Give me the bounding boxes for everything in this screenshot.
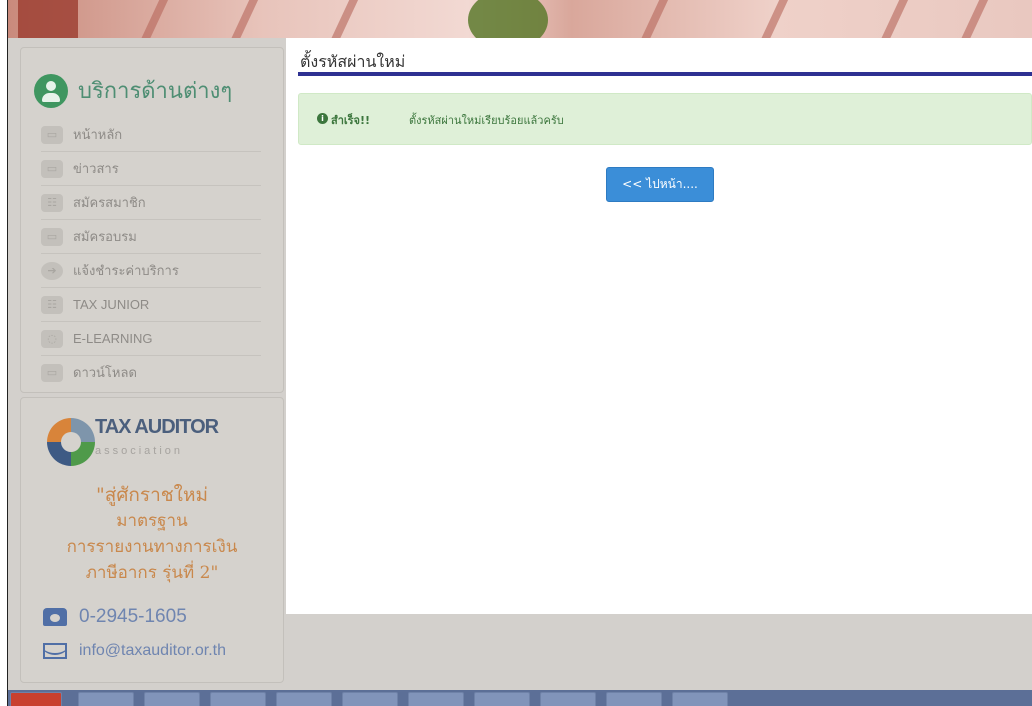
member-icon: ☷ xyxy=(41,193,63,212)
taskbar-app[interactable] xyxy=(540,692,596,706)
taskbar-app[interactable] xyxy=(474,692,530,706)
headset-icon: ◌ xyxy=(41,329,63,348)
taskbar-app[interactable] xyxy=(606,692,662,706)
title-divider xyxy=(298,72,1032,76)
sidebar-item-news[interactable]: ▭ ข่าวสาร xyxy=(41,152,261,186)
taskbar xyxy=(8,690,1032,706)
download-icon: ▭ xyxy=(41,363,63,382)
sidebar-item-membership[interactable]: ☷ สมัครสมาชิก xyxy=(41,186,261,220)
sidebar-item-tax-junior[interactable]: ☷ TAX JUNIOR xyxy=(41,288,261,322)
alert-message: ตั้งรหัสผ่านใหม่เรียบร้อยแล้วครับ xyxy=(409,114,564,127)
taskbar-app[interactable] xyxy=(408,692,464,706)
sidebar-item-label: สมัครสมาชิก xyxy=(73,195,146,210)
taskbar-app[interactable] xyxy=(78,692,134,706)
sidebar-item-home[interactable]: ▭ หน้าหลัก xyxy=(41,118,261,152)
promo-line: การรายงานทางการเงิน xyxy=(66,537,238,557)
training-icon: ▭ xyxy=(41,227,63,246)
main-content: ตั้งรหัสผ่านใหม่ i สำเร็จ!! ตั้งรหัสผ่าน… xyxy=(286,38,1032,614)
logo-subtitle: association xyxy=(95,445,184,457)
taskbar-app[interactable] xyxy=(276,692,332,706)
services-sidebar: บริการด้านต่างๆ ▭ หน้าหลัก ▭ ข่าวสาร ☷ ส… xyxy=(20,47,284,393)
group-icon: ☷ xyxy=(41,295,63,314)
email-address[interactable]: info@taxauditor.or.th xyxy=(79,642,226,660)
home-icon: ▭ xyxy=(41,125,63,144)
promo-line: มาตรฐาน xyxy=(116,511,188,531)
logo-text: TAX AUDITOR xyxy=(95,416,219,438)
email-contact[interactable]: info@taxauditor.or.th xyxy=(43,642,226,660)
next-page-button[interactable]: << ไปหน้า.... xyxy=(606,167,714,202)
promo-line: ภาษีอากร รุ่นที่ 2" xyxy=(85,563,219,583)
taskbar-app[interactable] xyxy=(144,692,200,706)
info-icon: i xyxy=(317,113,328,124)
sidebar-item-payment[interactable]: ➔ แจ้งชำระค่าบริการ xyxy=(41,254,261,288)
success-alert: i สำเร็จ!! ตั้งรหัสผ่านใหม่เรียบร้อยแล้ว… xyxy=(298,93,1032,145)
taskbar-app[interactable] xyxy=(210,692,266,706)
sidebar-item-label: E-LEARNING xyxy=(73,331,153,346)
sidebar-item-label: สมัครอบรม xyxy=(73,229,137,244)
taskbar-app[interactable] xyxy=(342,692,398,706)
sidebar-item-label: ข่าวสาร xyxy=(73,161,119,176)
alert-strong-text: สำเร็จ!! xyxy=(331,114,371,127)
mail-icon xyxy=(43,643,67,659)
window-frame xyxy=(0,0,8,706)
sidebar-item-e-learning[interactable]: ◌ E-LEARNING xyxy=(41,322,261,356)
promo-panel: TAX AUDITOR association "สู่ศักราชใหม่ ม… xyxy=(20,397,284,683)
phone-contact: 0-2945-1605 xyxy=(43,606,187,628)
start-button[interactable] xyxy=(10,692,62,706)
sidebar-item-label: TAX JUNIOR xyxy=(73,297,150,312)
news-icon: ▭ xyxy=(41,159,63,178)
sidebar-item-label: ดาวน์โหลด xyxy=(73,365,137,380)
services-title: บริการด้านต่างๆ xyxy=(78,78,233,103)
payment-icon: ➔ xyxy=(41,261,63,280)
sidebar-item-label: แจ้งชำระค่าบริการ xyxy=(73,263,179,278)
services-header: บริการด้านต่างๆ xyxy=(34,73,232,108)
phone-number: 0-2945-1605 xyxy=(79,606,187,627)
sidebar-item-training[interactable]: ▭ สมัครอบรม xyxy=(41,220,261,254)
taskbar-app[interactable] xyxy=(672,692,728,706)
services-menu: ▭ หน้าหลัก ▭ ข่าวสาร ☷ สมัครสมาชิก ▭ สมั… xyxy=(41,118,261,389)
sidebar-item-download[interactable]: ▭ ดาวน์โหลด xyxy=(41,356,261,389)
phone-icon xyxy=(43,608,67,626)
tax-auditor-logo-icon xyxy=(47,418,95,466)
user-icon xyxy=(34,73,68,108)
header-banner xyxy=(8,0,1032,38)
sidebar-item-label: หน้าหลัก xyxy=(73,127,123,142)
promo-line: "สู่ศักราชใหม่ xyxy=(96,484,208,506)
